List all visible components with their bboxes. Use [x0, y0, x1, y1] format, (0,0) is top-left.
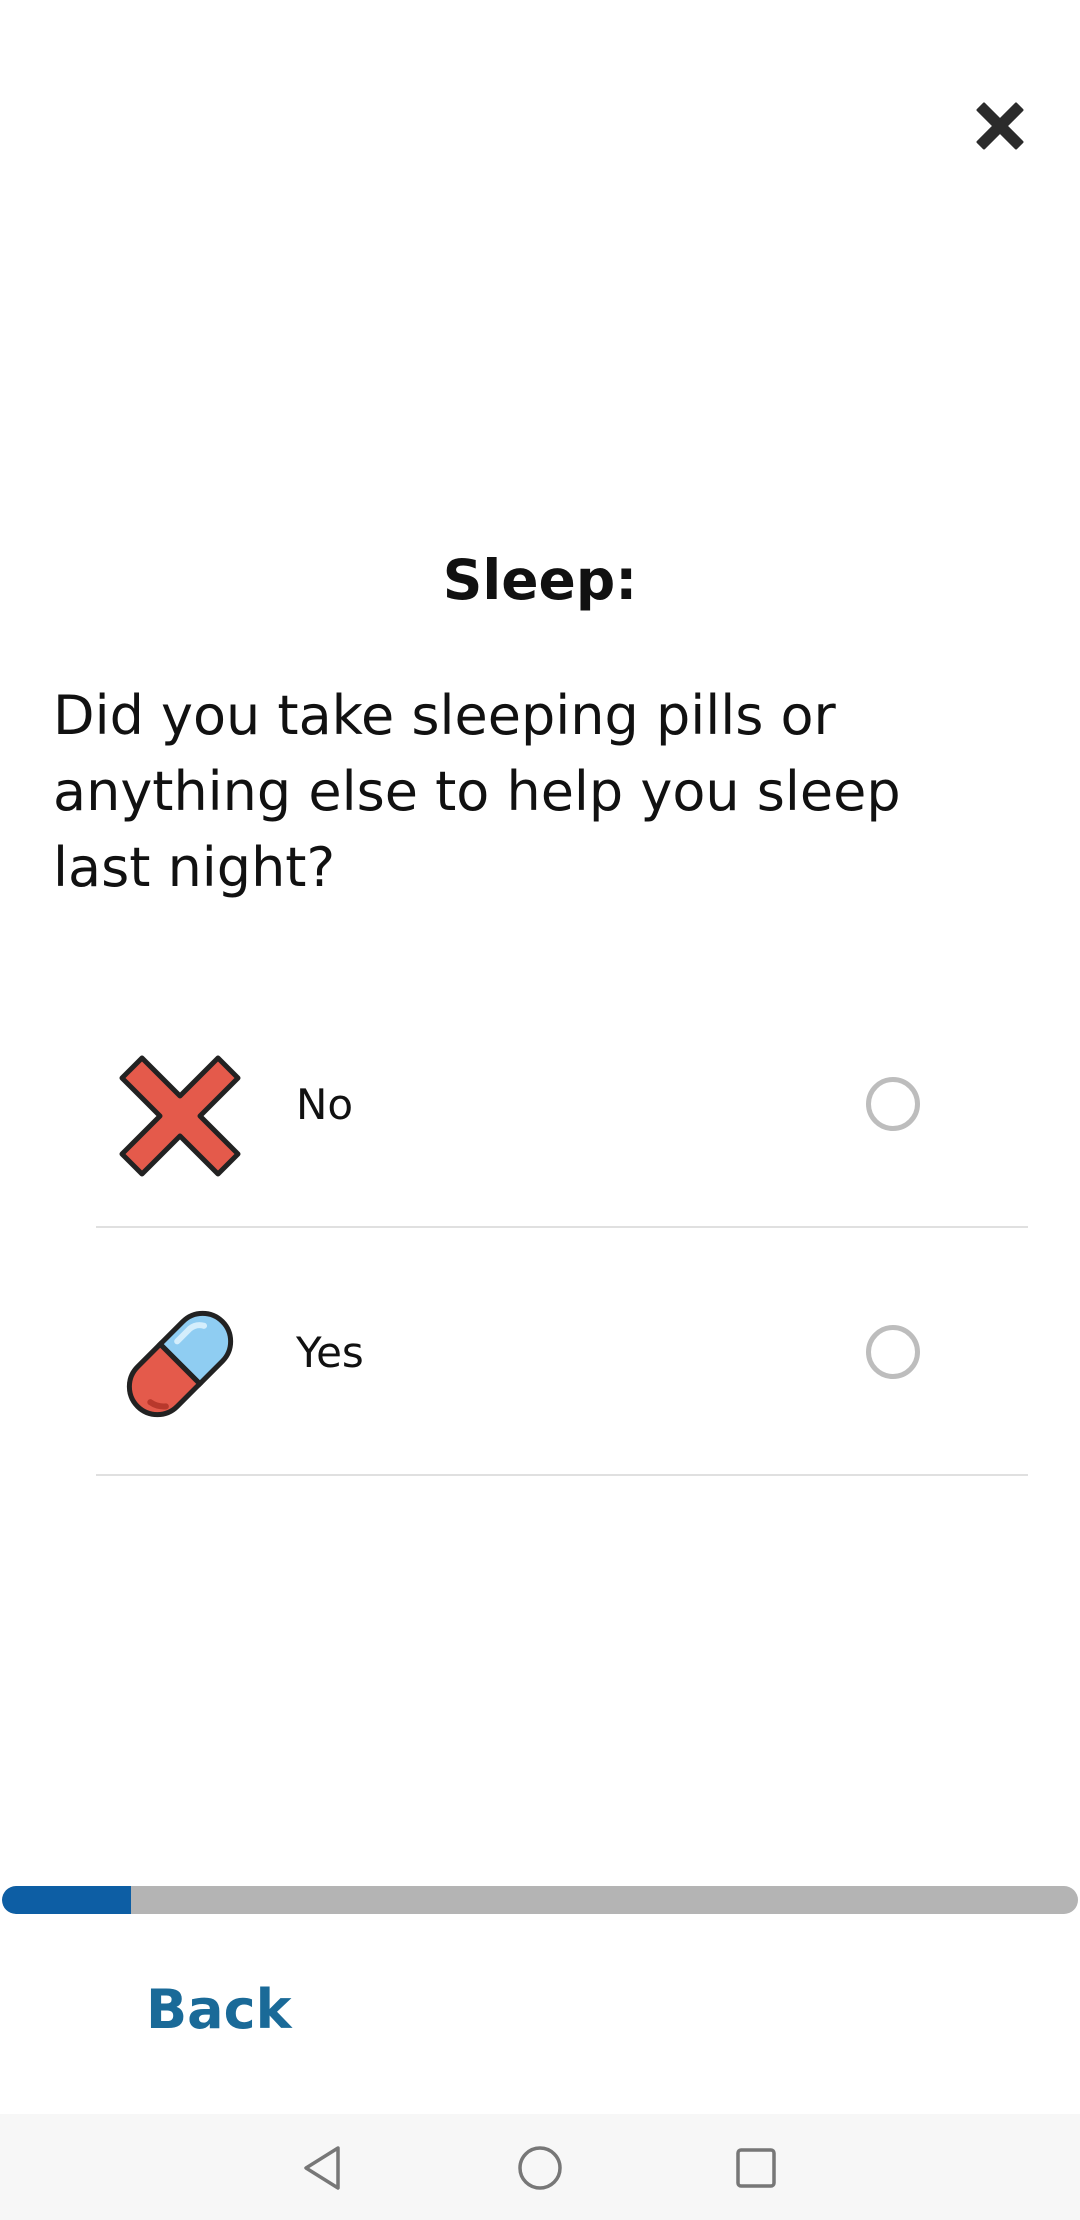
system-nav-bar — [0, 2114, 1080, 2220]
survey-screen: Sleep: Did you take sleeping pills or an… — [0, 0, 1080, 2220]
close-icon — [976, 102, 1024, 150]
back-button[interactable]: Back — [146, 1978, 292, 2041]
option-yes[interactable]: Yes — [0, 1228, 1080, 1476]
nav-back-icon — [304, 2146, 340, 2190]
close-button[interactable] — [960, 86, 1040, 166]
pill-icon — [126, 1310, 234, 1418]
question-text: Did you take sleeping pills or anything … — [53, 684, 901, 899]
option-no[interactable]: No — [0, 980, 1080, 1228]
option-yes-radio[interactable] — [866, 1325, 920, 1379]
nav-home-button[interactable] — [508, 2136, 572, 2200]
option-no-radio[interactable] — [866, 1077, 920, 1131]
option-yes-label: Yes — [296, 1328, 364, 1377]
nav-back-button[interactable] — [290, 2136, 354, 2200]
section-title: Sleep: — [442, 548, 638, 612]
divider — [96, 1474, 1028, 1476]
red-x-icon — [119, 1055, 241, 1177]
nav-recents-button[interactable] — [724, 2136, 788, 2200]
nav-home-icon — [518, 2146, 562, 2190]
progress-fill — [2, 1886, 132, 1914]
nav-recents-icon — [736, 2148, 776, 2188]
option-no-label: No — [296, 1080, 354, 1129]
progress-bar — [2, 1886, 1078, 1914]
answer-options: No Yes — [0, 980, 1080, 1476]
